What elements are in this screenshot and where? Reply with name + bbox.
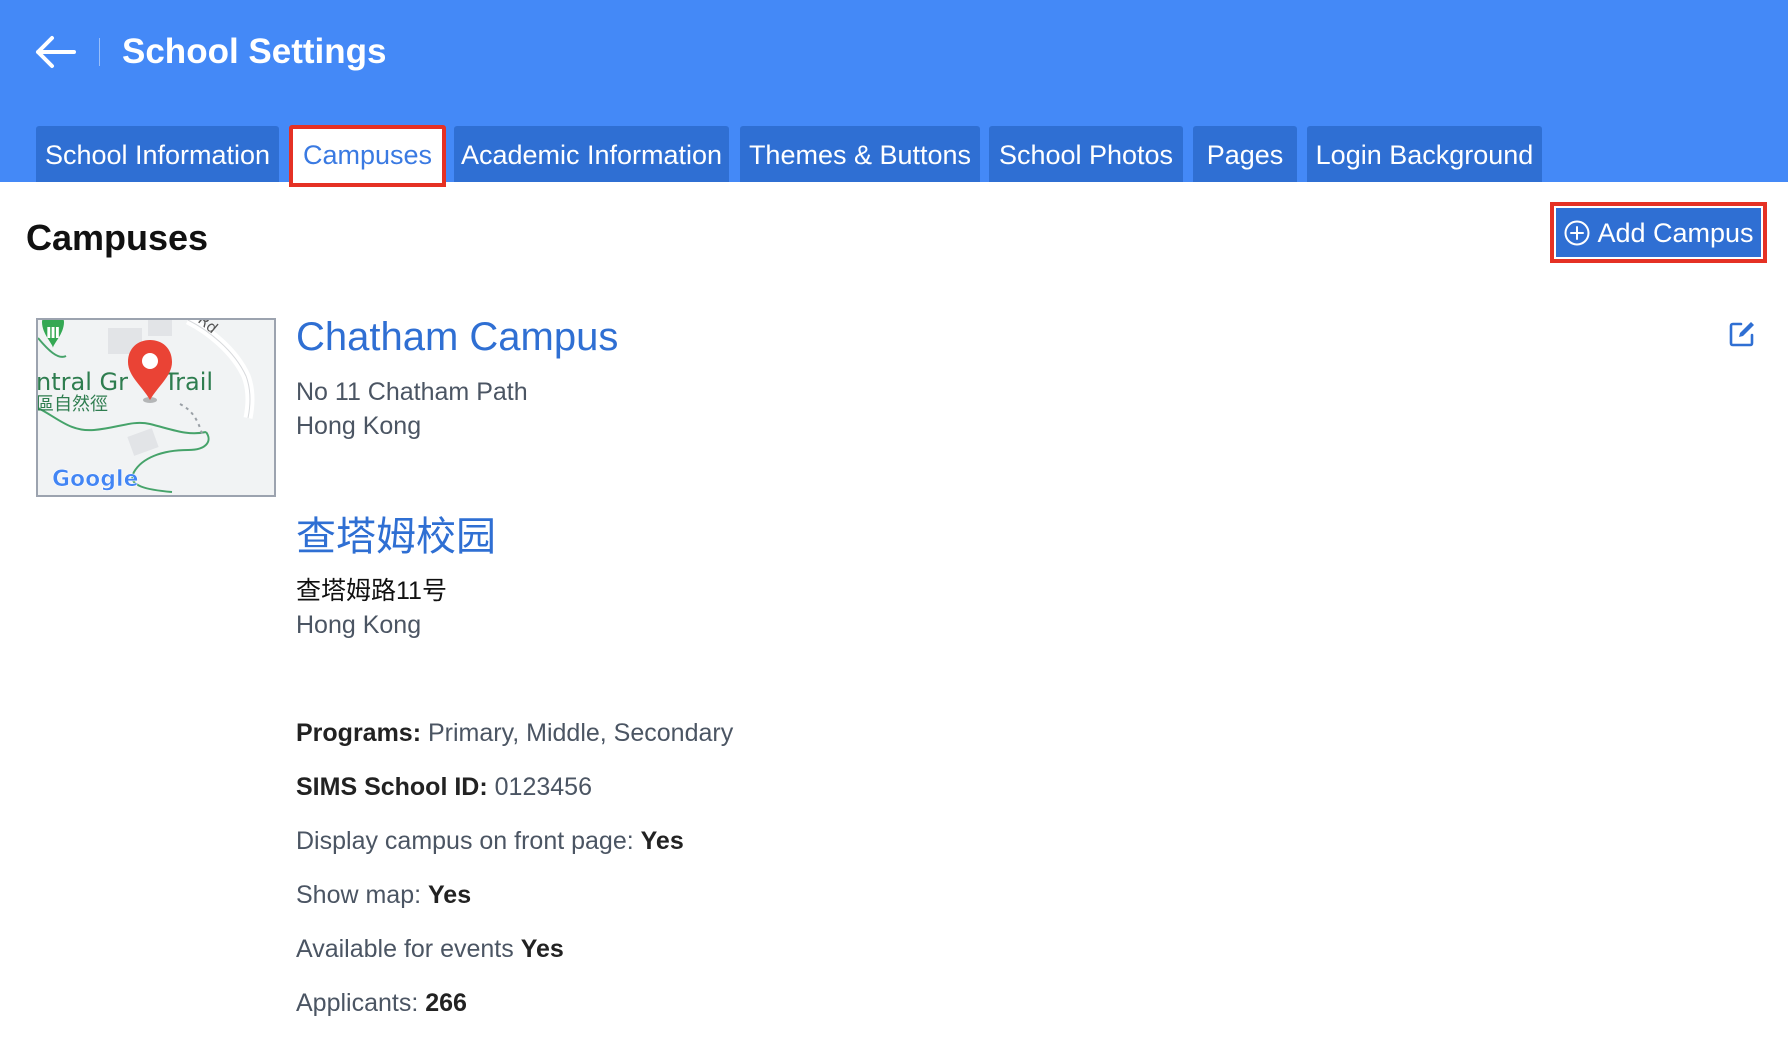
applicants-value: 266	[425, 989, 467, 1017]
events-value: Yes	[520, 935, 564, 963]
add-campus-button[interactable]: Add Campus	[1556, 208, 1761, 257]
campus-address-cn-line2: Hong Kong	[296, 611, 422, 639]
campus-name-chinese: 查塔姆校园	[296, 515, 496, 559]
svg-text:Ⅲ: Ⅲ	[46, 324, 60, 342]
header-divider	[99, 38, 100, 66]
arrow-left-icon	[36, 36, 76, 68]
campus-map-thumbnail[interactable]: Ⅲ y Rd ntral Gr Trail 區自然徑 Google	[36, 318, 276, 497]
tab-pages[interactable]: Pages	[1193, 126, 1297, 182]
campus-address-cn-line1: 查塔姆路11号	[296, 577, 447, 605]
tab-school-photos[interactable]: School Photos	[989, 126, 1183, 182]
display-front-page-row: Display campus on front page: Yes	[296, 824, 684, 858]
tab-campuses[interactable]: Campuses	[289, 125, 446, 187]
sims-id-label: SIMS School ID:	[296, 773, 488, 801]
svg-text:Trail: Trail	[163, 368, 213, 396]
display-front-page-label: Display campus on front page:	[296, 827, 634, 855]
show-map-label: Show map:	[296, 881, 422, 909]
campus-address-line1: No 11 Chatham Path	[296, 378, 528, 406]
tab-login-background[interactable]: Login Background	[1307, 126, 1542, 182]
add-campus-label: Add Campus	[1597, 217, 1754, 248]
tab-themes-buttons[interactable]: Themes & Buttons	[740, 126, 980, 182]
edit-square-icon[interactable]	[1727, 319, 1757, 349]
section-title: Campuses	[26, 217, 209, 258]
applicants-row: Applicants: 266	[296, 986, 467, 1020]
svg-text:區自然徑: 區自然徑	[38, 394, 108, 415]
sims-id-value: 0123456	[494, 773, 592, 801]
tab-academic-information[interactable]: Academic Information	[454, 126, 729, 182]
google-logo: Google	[52, 467, 139, 492]
show-map-value: Yes	[428, 881, 472, 909]
events-row: Available for events Yes	[296, 932, 564, 966]
programs-value: Primary, Middle, Secondary	[428, 719, 734, 747]
programs-row: Programs: Primary, Middle, Secondary	[296, 716, 733, 750]
sims-id-row: SIMS School ID: 0123456	[296, 770, 592, 804]
applicants-label: Applicants:	[296, 989, 419, 1017]
campus-name[interactable]: Chatham Campus	[296, 312, 618, 362]
plus-circle-icon	[1564, 220, 1590, 245]
show-map-row: Show map: Yes	[296, 878, 471, 912]
back-button[interactable]	[32, 30, 80, 74]
settings-tabs: School Information Campuses Academic Inf…	[0, 125, 1788, 187]
events-label: Available for events	[296, 935, 514, 963]
display-front-page-value: Yes	[640, 827, 684, 855]
campus-address-line2: Hong Kong	[296, 412, 422, 440]
svg-text:ntral Gr: ntral Gr	[38, 368, 128, 396]
tab-school-information[interactable]: School Information	[36, 126, 279, 182]
programs-label: Programs:	[296, 719, 422, 747]
page-title: School Settings	[122, 32, 387, 71]
